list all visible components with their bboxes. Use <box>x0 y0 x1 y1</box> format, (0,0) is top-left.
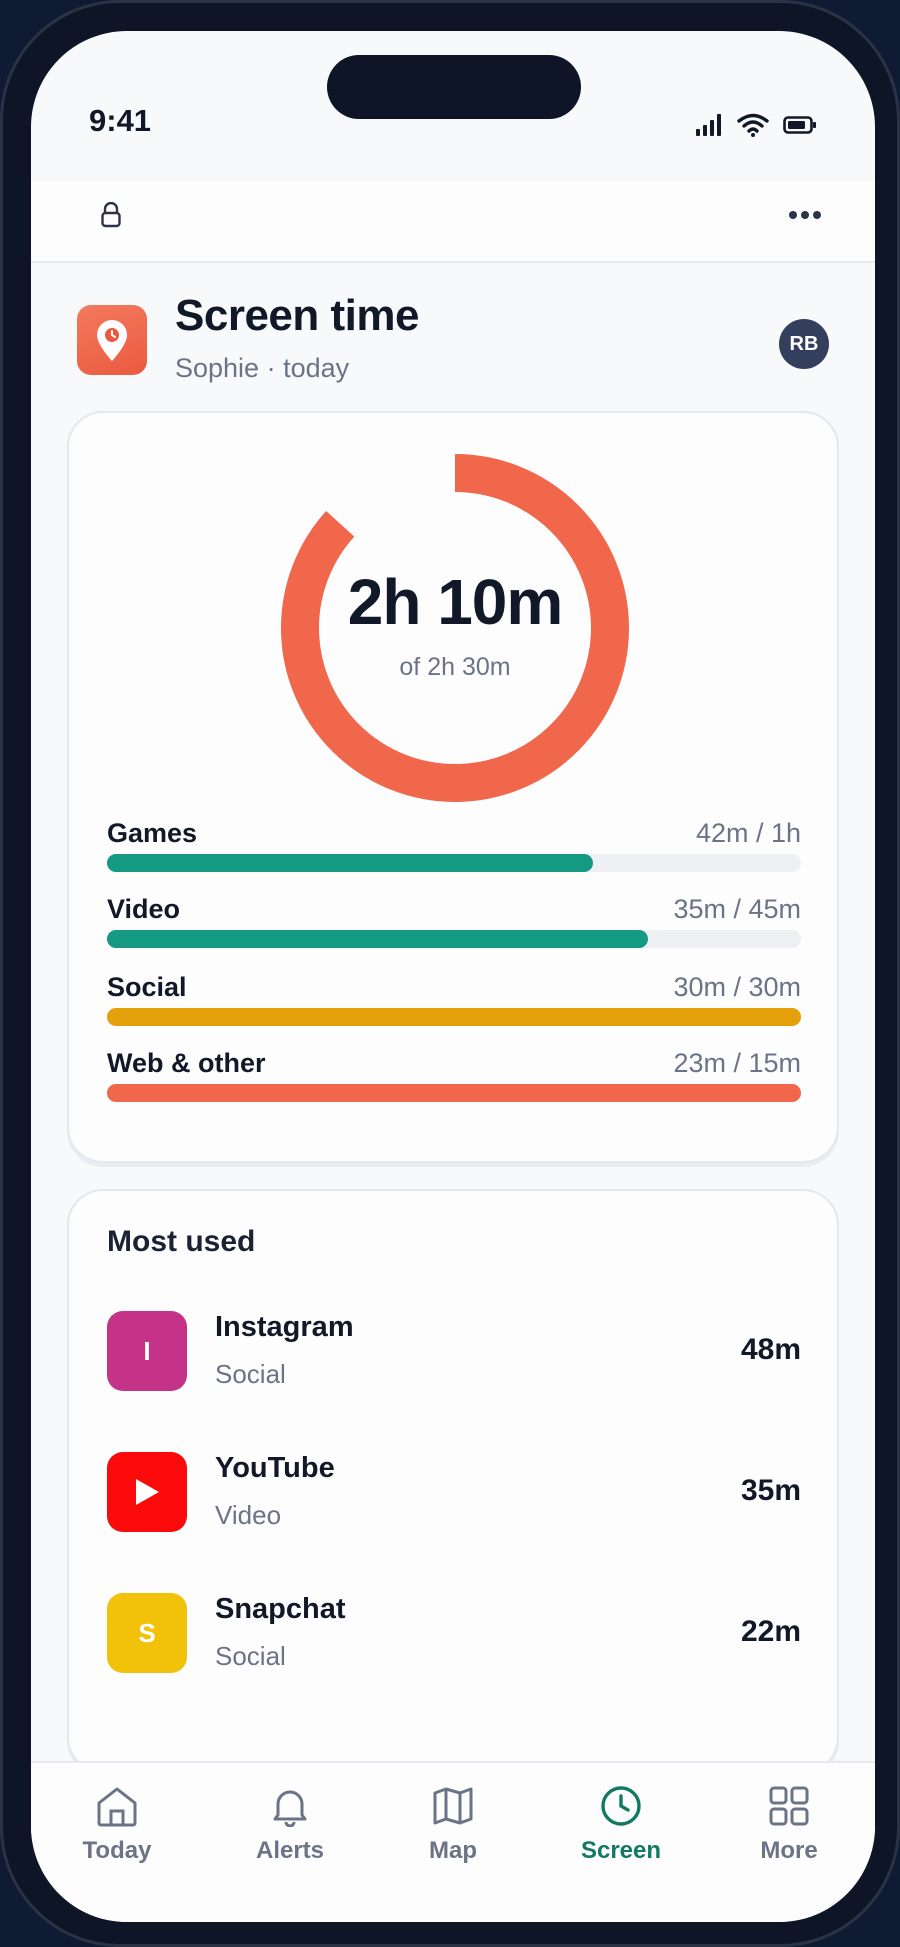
category-progress-fill <box>107 854 593 872</box>
location-pin-icon <box>97 320 127 361</box>
category-progress-track <box>107 1084 801 1102</box>
app-time: 35m <box>740 1474 801 1507</box>
wifi-icon <box>737 113 769 137</box>
tab-label: Alerts <box>255 1837 325 1864</box>
app-category: Video <box>215 1500 282 1530</box>
section-title: Most used <box>107 1225 256 1258</box>
app-name: Snapchat <box>215 1593 346 1625</box>
top-bar <box>31 181 875 263</box>
home-icon <box>97 1787 137 1827</box>
lock-button[interactable] <box>91 195 131 235</box>
map-icon <box>433 1787 473 1825</box>
avatar[interactable]: RB <box>779 319 829 369</box>
limit-label: of 2h 30m <box>399 653 511 681</box>
category-usage: 35m / 45m <box>673 894 801 924</box>
lock-icon <box>101 202 121 228</box>
category-progress-fill <box>107 1008 801 1026</box>
tab-label: More <box>760 1837 818 1864</box>
battery-icon <box>783 116 816 134</box>
category-row-web-other[interactable]: Web & other 23m / 15m <box>107 1048 801 1108</box>
signal-icon <box>696 114 721 136</box>
tab-label: Screen <box>580 1837 662 1864</box>
status-icons <box>695 113 817 137</box>
dynamic-island <box>327 55 581 119</box>
tab-bar: Today Alerts Map Screen More <box>31 1761 875 1922</box>
app-row-snapchat[interactable]: S Snapchat Social 22m <box>107 1583 801 1683</box>
tab-today[interactable]: Today <box>47 1785 187 1885</box>
tab-label: Today <box>82 1837 152 1864</box>
category-name: Video <box>107 894 181 924</box>
category-progress-track <box>107 1008 801 1026</box>
category-progress-track <box>107 930 801 948</box>
category-name: Games <box>107 818 198 848</box>
screen-time-summary-card: 2h 10m of 2h 30m Games 42m / 1h Video 35… <box>67 411 839 1163</box>
category-row-social[interactable]: Social 30m / 30m <box>107 972 801 1032</box>
app-category: Social <box>215 1359 286 1389</box>
page-header: Screen time Sophie · today RB <box>31 291 875 401</box>
app-time: 48m <box>740 1333 801 1366</box>
youtube-icon <box>107 1452 187 1532</box>
bell-icon <box>273 1790 307 1827</box>
app-time: 22m <box>740 1615 801 1648</box>
snapchat-icon: S <box>107 1593 187 1673</box>
category-progress-fill <box>107 930 649 948</box>
category-row-games[interactable]: Games 42m / 1h <box>107 818 801 878</box>
category-progress-fill <box>107 1084 801 1102</box>
status-time: 9:41 <box>89 103 152 138</box>
app-logo <box>77 305 147 375</box>
more-options-button[interactable] <box>781 195 829 235</box>
category-progress-track <box>107 854 801 872</box>
category-usage: 30m / 30m <box>673 972 801 1002</box>
tab-alerts[interactable]: Alerts <box>220 1785 360 1885</box>
play-icon <box>136 1479 159 1505</box>
category-usage: 42m / 1h <box>695 818 801 848</box>
tab-label: Map <box>429 1837 477 1864</box>
most-used-card: Most used I Instagram Social 48m YouTube… <box>67 1189 839 1773</box>
ellipsis-icon <box>789 211 821 219</box>
tab-screen[interactable]: Screen <box>551 1785 691 1885</box>
category-name: Web & other <box>107 1048 266 1078</box>
usage-ring: 2h 10m of 2h 30m <box>280 453 630 803</box>
tab-map[interactable]: Map <box>383 1785 523 1885</box>
tab-more[interactable]: More <box>719 1785 859 1885</box>
app-name: Instagram <box>215 1311 354 1343</box>
category-usage: 23m / 15m <box>673 1048 801 1078</box>
used-time: 2h 10m <box>347 566 564 638</box>
app-name: YouTube <box>215 1452 335 1484</box>
grid-icon <box>769 1786 809 1826</box>
screen: 9:41 Screen time Sophie · today RB 2h 10… <box>31 31 875 1922</box>
app-row-youtube[interactable]: YouTube Video 35m <box>107 1442 801 1542</box>
phone-frame: 9:41 Screen time Sophie · today RB 2h 10… <box>0 0 900 1947</box>
app-row-instagram[interactable]: I Instagram Social 48m <box>107 1301 801 1401</box>
category-name: Social <box>107 972 187 1002</box>
instagram-icon: I <box>107 1311 187 1391</box>
app-category: Social <box>215 1641 286 1671</box>
page-title: Screen time <box>175 291 419 340</box>
category-row-video[interactable]: Video 35m / 45m <box>107 894 801 954</box>
page-subtitle: Sophie · today <box>175 353 350 383</box>
clock-icon <box>601 1786 641 1826</box>
